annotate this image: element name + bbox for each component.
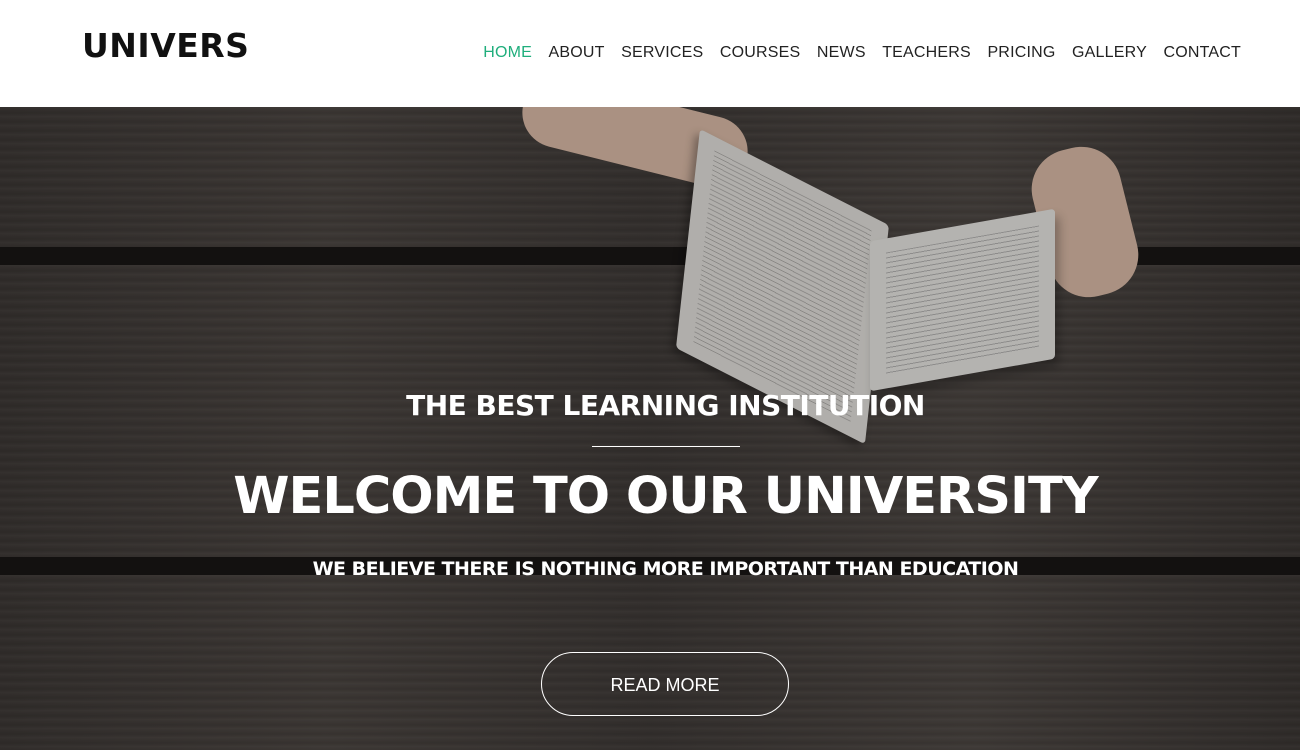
hero-kicker: THE BEST LEARNING INSTITUTION [406,389,925,422]
hero-divider [592,446,740,447]
nav-item-contact[interactable]: CONTACT [1163,44,1241,62]
top-navbar: UNIVERS HOME ABOUT SERVICES COURSES NEWS… [0,0,1300,107]
nav-item-gallery[interactable]: GALLERY [1072,44,1147,62]
hero-subline: WE BELIEVE THERE IS NOTHING MORE IMPORTA… [312,558,1019,580]
hero-section: THE BEST LEARNING INSTITUTION WELCOME TO… [0,107,1300,750]
read-more-button[interactable]: READ MORE [541,652,789,716]
hero-headline: WELCOME TO OUR UNIVERSITY [233,467,1099,526]
site-logo[interactable]: UNIVERS [82,26,249,65]
main-nav: HOME ABOUT SERVICES COURSES NEWS TEACHER… [467,44,1241,62]
hero-content: THE BEST LEARNING INSTITUTION WELCOME TO… [0,107,1300,750]
nav-item-pricing[interactable]: PRICING [987,44,1055,62]
nav-item-teachers[interactable]: TEACHERS [882,44,971,62]
nav-item-courses[interactable]: COURSES [720,44,801,62]
nav-item-services[interactable]: SERVICES [621,44,703,62]
nav-item-about[interactable]: ABOUT [549,44,605,62]
nav-item-home[interactable]: HOME [483,44,532,62]
nav-item-news[interactable]: NEWS [817,44,866,62]
